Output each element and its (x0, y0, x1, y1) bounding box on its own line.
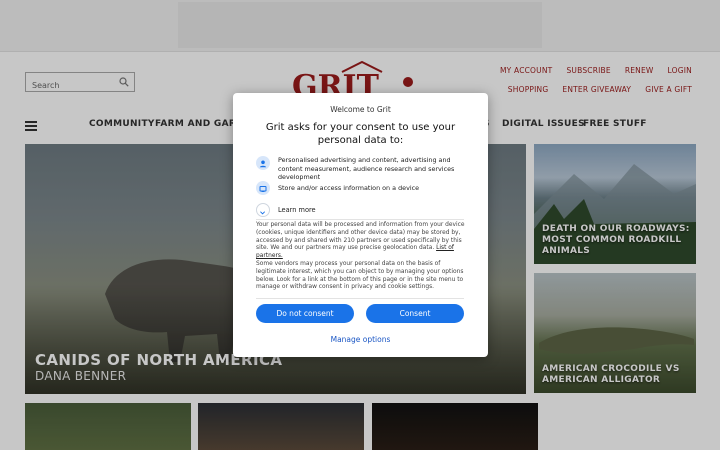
purpose-storage-text: Store and/or access information on a dev… (278, 184, 420, 192)
consent-headline: Grit asks for your consent to use your p… (265, 122, 456, 146)
manage-options-link[interactable]: Manage options (233, 335, 488, 344)
purpose-advertising-text: Personalised advertising and content, ad… (278, 156, 455, 181)
chevron-down-icon[interactable] (256, 203, 270, 217)
consent-paragraph-1: Your personal data will be processed and… (256, 222, 466, 261)
divider (256, 298, 464, 299)
learn-more-label[interactable]: Learn more (278, 206, 316, 214)
consent-button[interactable]: Consent (366, 304, 464, 323)
device-icon (256, 181, 270, 195)
consent-paragraph-1-text: Your personal data will be processed and… (256, 222, 465, 252)
consent-dialog: Welcome to Grit Grit asks for your conse… (233, 93, 488, 357)
consent-paragraph-2: Some vendors may process your personal d… (256, 261, 464, 291)
do-not-consent-button[interactable]: Do not consent (256, 304, 354, 323)
divider (256, 219, 464, 220)
consent-welcome: Welcome to Grit (330, 105, 391, 114)
person-icon (256, 156, 270, 170)
